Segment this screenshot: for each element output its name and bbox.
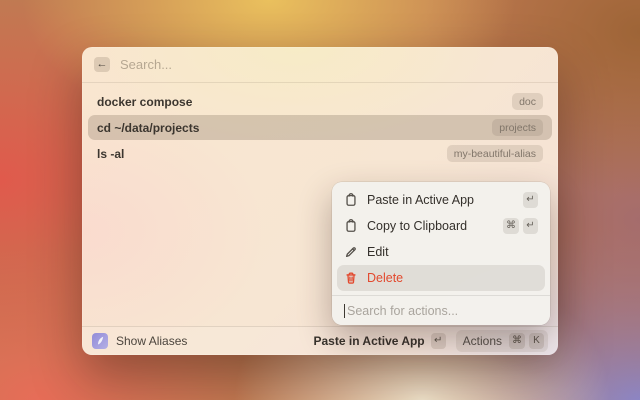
actions-menu: Paste in Active App ↵ Copy to Clipboard … (332, 182, 550, 325)
actions-search (337, 296, 545, 325)
menu-item-copy[interactable]: Copy to Clipboard ⌘ ↵ (337, 213, 545, 239)
search-bar: ← (82, 47, 558, 83)
feather-glyph-icon (98, 336, 104, 345)
list-item-label: ls -al (97, 146, 125, 161)
list-item-tag: doc (512, 93, 543, 110)
menu-item-label: Edit (367, 245, 389, 259)
menu-item-label: Copy to Clipboard (367, 219, 468, 233)
list-item[interactable]: ls -al my-beautiful-alias (88, 141, 552, 166)
trash-icon (344, 271, 358, 285)
clipboard-icon (344, 193, 358, 207)
return-key-badge: ↵ (430, 333, 446, 349)
list-item-label: cd ~/data/projects (97, 120, 200, 135)
list-item-tag: my-beautiful-alias (446, 145, 543, 162)
list-item[interactable]: docker compose doc (88, 89, 552, 114)
command-key-badge: ⌘ (503, 218, 519, 234)
actions-search-input[interactable] (346, 303, 538, 318)
clipboard-icon (344, 219, 358, 233)
return-key-badge: ↵ (523, 218, 538, 234)
menu-item-paste[interactable]: Paste in Active App ↵ (337, 187, 545, 213)
menu-item-label: Delete (367, 271, 404, 285)
footer-primary-action[interactable]: Paste in Active App (314, 334, 425, 348)
list-item-selected[interactable]: cd ~/data/projects projects (88, 115, 552, 140)
k-key-badge: K (529, 333, 544, 349)
search-input[interactable] (120, 57, 546, 72)
pencil-icon (344, 245, 358, 259)
actions-button-label: Actions (462, 334, 502, 348)
text-caret (344, 303, 345, 318)
extension-app-icon (92, 333, 108, 349)
command-key-badge: ⌘ (509, 333, 525, 349)
footer-app-label: Show Aliases (116, 334, 188, 348)
menu-item-delete[interactable]: Delete (337, 265, 545, 291)
menu-item-label: Paste in Active App (367, 193, 475, 207)
list-item-label: docker compose (97, 94, 193, 109)
actions-button[interactable]: Actions ⌘ K (455, 330, 548, 352)
status-bar: Show Aliases Paste in Active App ↵ Actio… (82, 326, 558, 355)
back-button[interactable]: ← (94, 57, 110, 72)
list-item-tag: projects (492, 119, 543, 136)
menu-item-edit[interactable]: Edit (337, 239, 545, 265)
return-key-badge: ↵ (523, 192, 538, 208)
